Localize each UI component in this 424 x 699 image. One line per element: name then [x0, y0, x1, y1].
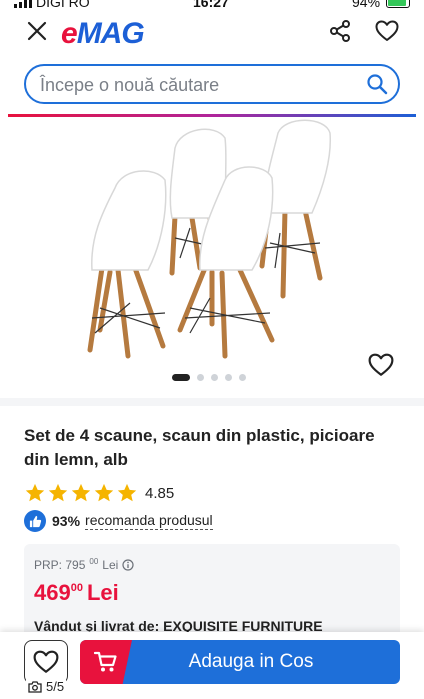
- clock: 16:27: [193, 0, 229, 10]
- favorite-header-button[interactable]: [372, 16, 402, 46]
- product-rating[interactable]: 4.85: [24, 482, 174, 504]
- gallery-pagination: [172, 374, 246, 381]
- star-icon: [25, 483, 45, 502]
- info-icon[interactable]: [122, 559, 134, 571]
- prp-decimals: 00: [89, 556, 99, 566]
- current-price: 469 00 Lei: [34, 580, 119, 606]
- gallery-dot[interactable]: [225, 374, 232, 381]
- product-title: Set de 4 scaune, scaun din plastic, pici…: [24, 426, 375, 469]
- search-icon[interactable]: [366, 73, 388, 95]
- prp-price: PRP: 795 00 Lei: [34, 556, 134, 572]
- product-image[interactable]: [40, 118, 360, 368]
- search-input[interactable]: Începe o nouă căutare: [24, 64, 400, 104]
- app-header: e MAG: [0, 12, 424, 58]
- price-currency: Lei: [86, 580, 119, 605]
- close-icon: [27, 21, 47, 41]
- emag-logo[interactable]: e MAG: [61, 17, 145, 51]
- heart-icon: [375, 20, 399, 41]
- thumbs-up-icon: [24, 510, 46, 532]
- price-box: PRP: 795 00 Lei 469 00 Lei Vândut și liv…: [24, 544, 400, 644]
- prp-currency: Lei: [102, 558, 119, 572]
- battery-percent: 94%: [352, 0, 381, 10]
- star-icon: [94, 483, 114, 502]
- carrier: DIGI RO: [14, 0, 90, 10]
- cart-icon-area: [80, 640, 132, 684]
- share-icon: [330, 20, 350, 42]
- recommend-info[interactable]: 93% recomanda produsul: [24, 510, 213, 532]
- star-icon: [48, 483, 68, 502]
- price-integer: 469: [34, 580, 71, 605]
- gallery-favorite-button[interactable]: [368, 353, 398, 381]
- heart-icon: [33, 650, 59, 673]
- photo-counter[interactable]: 5/5: [26, 679, 67, 694]
- camera-icon: [28, 680, 42, 693]
- share-button[interactable]: [325, 16, 355, 46]
- recommend-percent: 93%: [52, 513, 81, 529]
- search-placeholder: Începe o nouă căutare: [40, 75, 220, 95]
- battery-icon: [386, 0, 410, 8]
- add-to-cart-label: Adauga in Cos: [188, 651, 314, 672]
- section-separator: [0, 398, 424, 406]
- bottom-action-bar: 5/5 Adauga in Cos: [0, 632, 424, 699]
- recommend-text[interactable]: recomanda produsul: [85, 512, 213, 530]
- price-decimals: 00: [70, 582, 83, 594]
- prp-value: PRP: 795: [34, 558, 86, 572]
- rating-score: 4.85: [145, 484, 175, 502]
- carrier-name: DIGI RO: [36, 0, 90, 10]
- gallery-dot[interactable]: [211, 374, 218, 381]
- header-divider: [8, 114, 416, 117]
- cart-icon: [94, 651, 117, 672]
- star-icon: [117, 483, 137, 502]
- photo-counter-text: 5/5: [46, 679, 65, 694]
- add-to-favorites-button[interactable]: [24, 640, 68, 684]
- gallery-dot[interactable]: [172, 374, 190, 381]
- gallery-dot[interactable]: [239, 374, 246, 381]
- gallery-dot[interactable]: [197, 374, 204, 381]
- heart-icon: [368, 353, 394, 376]
- star-icon: [71, 483, 91, 502]
- close-button[interactable]: [22, 16, 52, 46]
- signal-icon: [14, 0, 32, 8]
- status-bar: DIGI RO 16:27 94%: [0, 0, 424, 12]
- add-to-cart-button[interactable]: Adauga in Cos: [80, 640, 400, 684]
